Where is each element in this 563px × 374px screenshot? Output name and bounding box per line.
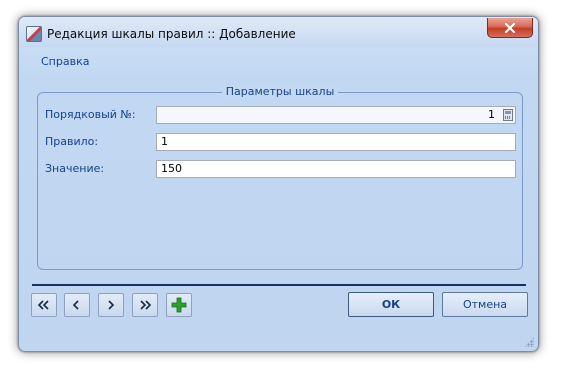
order-number-field[interactable]: 1 (156, 106, 516, 124)
window-title: Редакция шкалы правил :: Добавление (47, 27, 296, 41)
close-button[interactable] (487, 18, 533, 38)
separator (32, 284, 526, 286)
group-title: Параметры шкалы (221, 85, 339, 98)
add-icon (171, 297, 187, 313)
next-record-button[interactable] (98, 293, 124, 317)
calculator-icon[interactable] (503, 109, 513, 121)
last-record-button[interactable] (132, 293, 158, 317)
app-icon (26, 26, 42, 42)
menu-help[interactable]: Справка (41, 55, 89, 68)
dialog-window: Редакция шкалы правил :: Добавление Спра… (18, 16, 539, 352)
rule-field[interactable]: 1 (156, 133, 516, 151)
title-bar[interactable]: Редакция шкалы правил :: Добавление (19, 17, 538, 47)
cancel-button[interactable]: Отмена (442, 292, 528, 317)
prev-icon (72, 300, 79, 310)
next-icon (108, 300, 115, 310)
close-icon (504, 22, 516, 33)
add-record-button[interactable] (166, 293, 192, 317)
value-field[interactable]: 150 (156, 160, 516, 178)
first-icon (37, 300, 49, 310)
value-label: Значение: (45, 162, 105, 175)
resize-grip[interactable] (524, 337, 534, 347)
order-number-label: Порядковый №: (45, 108, 136, 121)
first-record-button[interactable] (31, 293, 57, 317)
ok-button[interactable]: ОК (348, 292, 434, 317)
prev-record-button[interactable] (64, 293, 90, 317)
rule-label: Правило: (45, 135, 99, 148)
scale-parameters-group: Параметры шкалы Порядковый №: 1 Правило:… (37, 85, 523, 270)
order-number-value: 1 (488, 108, 495, 121)
last-icon (140, 300, 152, 310)
